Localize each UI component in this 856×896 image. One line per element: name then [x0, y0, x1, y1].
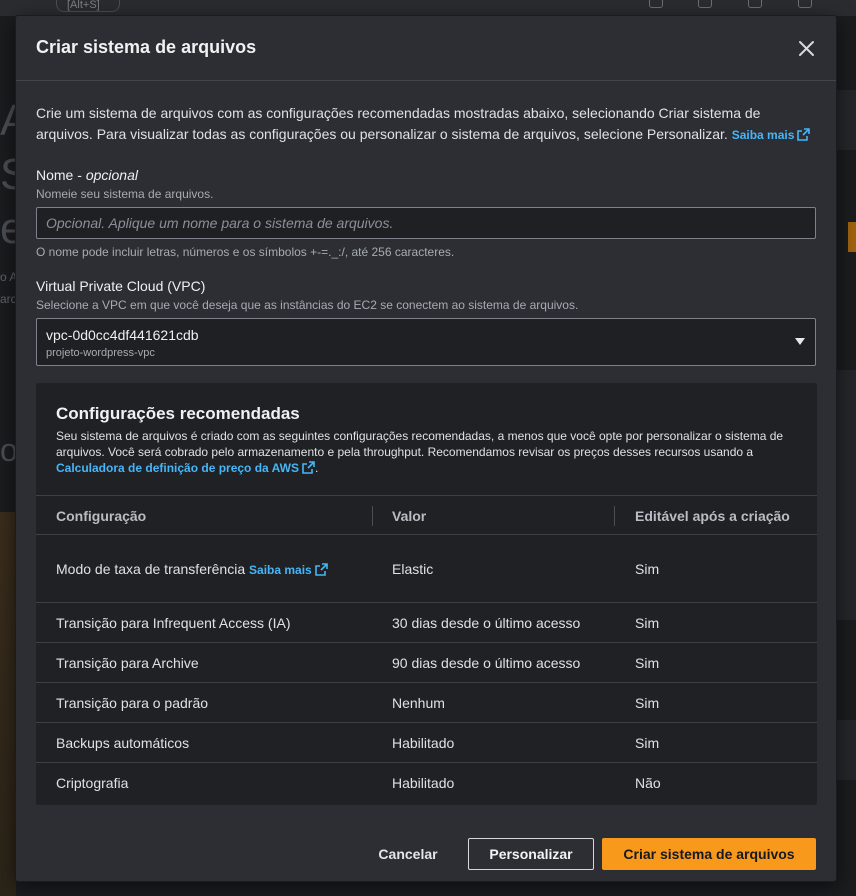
config-cell: Transição para Infrequent Access (IA)	[56, 615, 291, 631]
column-header-value: Valor	[392, 508, 427, 524]
vpc-select[interactable]: vpc-0d0cc4df441621cdb projeto-wordpress-…	[36, 318, 816, 366]
name-field-label: Nome - opcional	[36, 167, 138, 183]
recommended-settings-title: Configurações recomendadas	[56, 404, 300, 423]
value-cell: Habilitado	[392, 775, 455, 791]
external-link-icon	[314, 563, 328, 576]
background-button	[848, 222, 856, 252]
caret-down-icon	[795, 338, 805, 345]
background-panel	[0, 512, 16, 896]
close-button[interactable]	[796, 38, 818, 60]
column-divider	[614, 506, 615, 526]
table-row: Modo de taxa de transferência Saiba mais…	[36, 535, 817, 603]
value-cell: Elastic	[392, 561, 434, 577]
dialog-title: Criar sistema de arquivos	[36, 37, 257, 57]
vpc-selected-id: vpc-0d0cc4df441621cdb	[46, 327, 199, 343]
config-cell: Transição para Archive	[56, 655, 199, 671]
throughput-learn-more-link[interactable]: Saiba mais	[249, 563, 328, 577]
value-cell: 30 dias desde o último acesso	[392, 615, 581, 631]
settings-icon[interactable]	[798, 0, 812, 8]
vpc-field-description: Selecione a VPC em que você deseja que a…	[36, 298, 579, 312]
help-icon[interactable]	[748, 0, 762, 8]
optional-tag: opcional	[85, 167, 138, 183]
intro-paragraph: Crie um sistema de arquivos com as confi…	[36, 103, 816, 146]
search-shortcut-hint: [Alt+S]	[56, 0, 120, 12]
pricing-calculator-link[interactable]: Calculadora de definição de preço da AWS	[56, 461, 315, 475]
editable-cell: Não	[635, 775, 661, 791]
background-panel	[836, 370, 856, 620]
column-header-editable: Editável após a criação	[635, 508, 790, 524]
recommended-settings-table: Configuração Valor Editável após a criaç…	[36, 495, 817, 803]
name-field-constraint: O nome pode incluir letras, números e os…	[36, 245, 455, 259]
dialog-header: Criar sistema de arquivos	[16, 16, 836, 81]
table-row: Backups automáticos Habilitado Sim	[36, 723, 817, 763]
cloudshell-icon[interactable]	[649, 0, 663, 8]
background-text: o A	[0, 270, 18, 284]
editable-cell: Sim	[635, 655, 660, 671]
create-file-system-dialog: Criar sistema de arquivos Crie um sistem…	[16, 16, 836, 881]
background-panel	[836, 720, 856, 780]
close-icon	[799, 41, 814, 56]
recommended-settings-description: Seu sistema de arquivos é criado com as …	[56, 429, 784, 475]
recommended-settings-container: Configurações recomendadas Seu sistema d…	[36, 383, 817, 805]
learn-more-link[interactable]: Saiba mais	[732, 128, 811, 142]
name-input[interactable]	[36, 207, 816, 239]
external-link-icon	[797, 128, 811, 141]
value-cell: 90 dias desde o último acesso	[392, 655, 581, 671]
external-link-icon	[302, 461, 315, 474]
table-row: Transição para Infrequent Access (IA) 30…	[36, 603, 817, 643]
value-cell: Habilitado	[392, 735, 455, 751]
table-row: Criptografia Habilitado Não	[36, 763, 817, 803]
cancel-button[interactable]: Cancelar	[368, 838, 448, 870]
name-field-description: Nomeie seu sistema de arquivos.	[36, 187, 214, 201]
background-text: arq	[0, 292, 18, 306]
table-row: Transição para o padrão Nenhum Sim	[36, 683, 817, 723]
column-divider	[372, 506, 373, 526]
top-navigation-bar: [Alt+S]	[0, 0, 856, 16]
dialog-footer: Cancelar Personalizar Criar sistema de a…	[16, 821, 836, 881]
config-cell: Criptografia	[56, 775, 129, 791]
notifications-icon[interactable]	[698, 0, 712, 8]
editable-cell: Sim	[635, 695, 660, 711]
customize-button[interactable]: Personalizar	[468, 838, 594, 870]
vpc-selected-name: projeto-wordpress-vpc	[46, 347, 155, 359]
dialog-body: Crie um sistema de arquivos com as confi…	[16, 103, 836, 805]
table-header: Configuração Valor Editável após a criaç…	[36, 495, 817, 535]
table-row: Transição para Archive 90 dias desde o ú…	[36, 643, 817, 683]
config-cell: Modo de taxa de transferência Saiba mais	[56, 561, 328, 577]
editable-cell: Sim	[635, 735, 660, 751]
background-panel	[836, 90, 856, 150]
config-cell: Backups automáticos	[56, 735, 190, 751]
vpc-field-label: Virtual Private Cloud (VPC)	[36, 278, 206, 294]
config-cell: Transição para o padrão	[56, 695, 209, 711]
editable-cell: Sim	[635, 561, 660, 577]
column-header-configuration: Configuração	[56, 508, 147, 524]
value-cell: Nenhum	[392, 695, 445, 711]
editable-cell: Sim	[635, 615, 660, 631]
create-file-system-button[interactable]: Criar sistema de arquivos	[602, 838, 816, 870]
intro-text: Crie um sistema de arquivos com as confi…	[36, 105, 761, 142]
